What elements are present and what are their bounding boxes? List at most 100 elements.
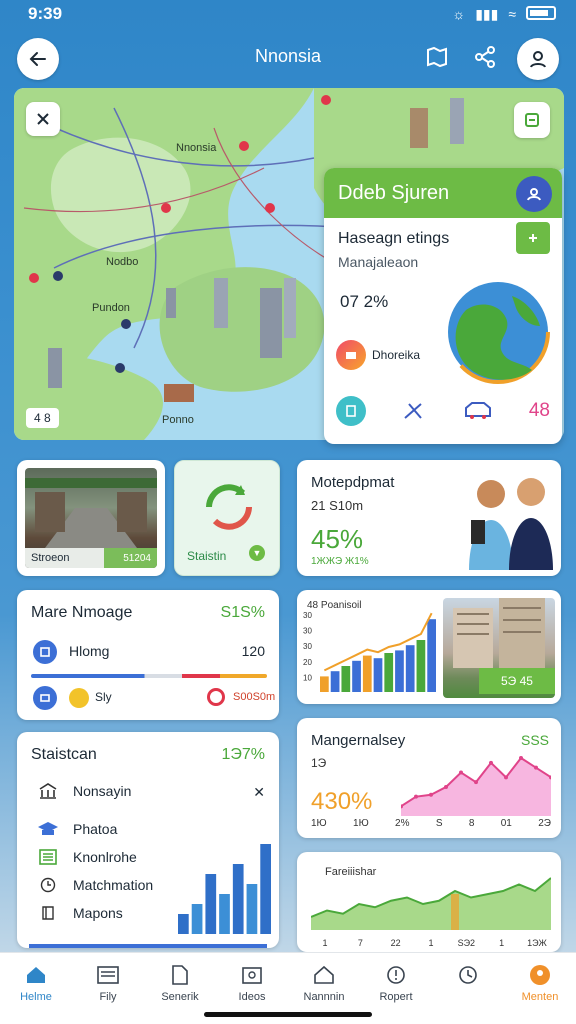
stats-value: 1Э7% <box>221 746 265 763</box>
close-icon[interactable]: ✕ <box>253 784 265 801</box>
alert-icon <box>383 963 409 987</box>
bus-icon[interactable] <box>462 400 494 422</box>
profile-button[interactable] <box>517 38 559 80</box>
mgmt-value: SSS <box>520 732 549 748</box>
statistics-card[interactable]: Staistcan 1Э7% Nonsayin ✕ Phatoa Knonlro… <box>17 732 279 948</box>
stats-scroll-indicator <box>29 944 267 948</box>
bar <box>416 640 426 692</box>
bar <box>260 844 271 934</box>
bank-icon <box>37 782 59 800</box>
map-scale: 4 8 <box>26 408 59 428</box>
building-photo: 5Э 45 <box>443 598 555 698</box>
building-icon <box>311 963 337 987</box>
status-time: 9:39 <box>28 4 63 23</box>
info-settings-button[interactable] <box>516 176 552 212</box>
station-name: Stroeon <box>31 552 70 564</box>
route-icon[interactable] <box>401 400 427 422</box>
data-point <box>459 770 463 775</box>
chevron-down-icon: ▼ <box>249 545 265 561</box>
share-icon[interactable] <box>472 44 498 70</box>
station-card[interactable]: Stroeon 51204 <box>17 460 165 576</box>
clock-icon <box>455 963 481 987</box>
y-tick-label: 20 <box>303 658 312 667</box>
management-card[interactable]: Mangernalsey SSS 1Э 430% 1Ю 1Ю 2% S 8 01… <box>297 718 561 838</box>
axis-tick: 2% <box>395 818 410 829</box>
stats-item[interactable]: Mapons <box>37 904 123 922</box>
axis-tick: 8 <box>468 818 475 829</box>
info-doc-button[interactable] <box>336 396 366 426</box>
stats-item[interactable]: Phatoa <box>37 820 117 838</box>
close-icon <box>37 113 49 125</box>
map-layer-button[interactable] <box>514 102 550 138</box>
bar <box>427 619 436 692</box>
location-ring-icon <box>207 688 225 706</box>
manage-value: S1S% <box>220 604 265 621</box>
nav-label: Senerik <box>161 991 199 1003</box>
bar <box>232 864 244 934</box>
axis-tick: 01 <box>500 818 512 829</box>
bus-small-icon <box>33 686 57 710</box>
app-header: Nnonsia <box>0 36 576 82</box>
bar <box>384 653 394 692</box>
bar <box>395 650 404 692</box>
bar-chart: 10 20 30 30 30 <box>303 611 436 692</box>
y-tick-label: 10 <box>303 673 312 682</box>
axis-tick: 1ЭЖ <box>527 938 547 948</box>
data-point <box>414 794 418 799</box>
statistics-shortcut-card[interactable]: Staistin ▼ <box>174 460 280 576</box>
map-label: Nnonsia <box>176 142 217 154</box>
stats-item[interactable]: Nonsayin <box>37 782 131 800</box>
station-id: 51204 <box>123 552 151 564</box>
people-illustration <box>469 478 553 570</box>
mgmt-axis: 1Ю 1Ю 2% S 8 01 2Э <box>311 818 551 829</box>
nav-member[interactable]: Menten <box>510 963 570 1003</box>
nav-search[interactable]: Senerik <box>150 963 210 1003</box>
data-point <box>534 765 538 770</box>
stats-item-label: Knonlrohe <box>73 849 137 865</box>
bar <box>362 655 372 692</box>
wifi-secondary-icon: ≈ <box>508 6 516 22</box>
info-badge-icon <box>336 340 366 370</box>
promo-title: Motepdpmat <box>311 474 395 491</box>
calendar-icon <box>33 640 57 664</box>
map-icon[interactable] <box>424 44 450 70</box>
bar <box>320 676 329 692</box>
axis-tick: 1 <box>428 938 433 948</box>
nav-files[interactable]: Fily <box>78 963 138 1003</box>
stats-item[interactable]: Knonlrohe <box>37 848 137 866</box>
nav-home[interactable]: Helme <box>6 963 66 1003</box>
nav-planning[interactable]: Nannnin <box>294 963 354 1003</box>
location-info-card[interactable]: Ddeb Sjuren Haseagn etings Manajaleaon 0… <box>324 168 562 444</box>
home-icon <box>23 963 49 987</box>
nav-label: Helme <box>20 991 52 1003</box>
map-close-button[interactable] <box>26 102 60 136</box>
user-icon <box>530 51 546 68</box>
info-action-button[interactable] <box>516 222 550 254</box>
manage-row-value: 120 <box>241 643 265 659</box>
population-chart-card[interactable]: 48 Poanisoil 10 20 30 30 30 5Э 45 <box>297 590 561 704</box>
building-tag: 5Э 45 <box>479 668 555 694</box>
stats-item-label: Mapons <box>73 905 123 921</box>
y-tick-label: 30 <box>303 627 312 636</box>
bar <box>352 660 361 692</box>
mgmt-title: Mangernalsey <box>311 732 406 749</box>
data-point <box>489 760 493 765</box>
book-icon <box>37 904 59 922</box>
nav-ideas[interactable]: Ideos <box>222 963 282 1003</box>
finance-card[interactable]: Fareiiishar 1 7 22 1 SЭ2 1 1ЭЖ <box>297 852 561 952</box>
bar <box>191 904 203 934</box>
manage-card[interactable]: Mare Nmoage S1S% Hlomg 120 Sly S00S0m <box>17 590 279 720</box>
area-chart <box>401 756 551 816</box>
data-point <box>474 780 478 785</box>
data-point <box>444 785 448 789</box>
nav-report[interactable]: Ropert <box>366 963 426 1003</box>
promo-card[interactable]: Motepdpmat 21 S10m 45% 1ЖЖЭ Ж1% <box>297 460 561 576</box>
y-tick-label: 30 <box>303 611 312 620</box>
axis-tick: 1Ю <box>353 818 369 829</box>
nav-history[interactable] <box>438 963 498 991</box>
bar <box>405 645 415 692</box>
axis-tick: 1 <box>499 938 504 948</box>
stats-item-label: Phatoa <box>73 821 118 837</box>
stats-item[interactable]: Matchmation <box>37 876 153 894</box>
bar <box>330 671 340 692</box>
